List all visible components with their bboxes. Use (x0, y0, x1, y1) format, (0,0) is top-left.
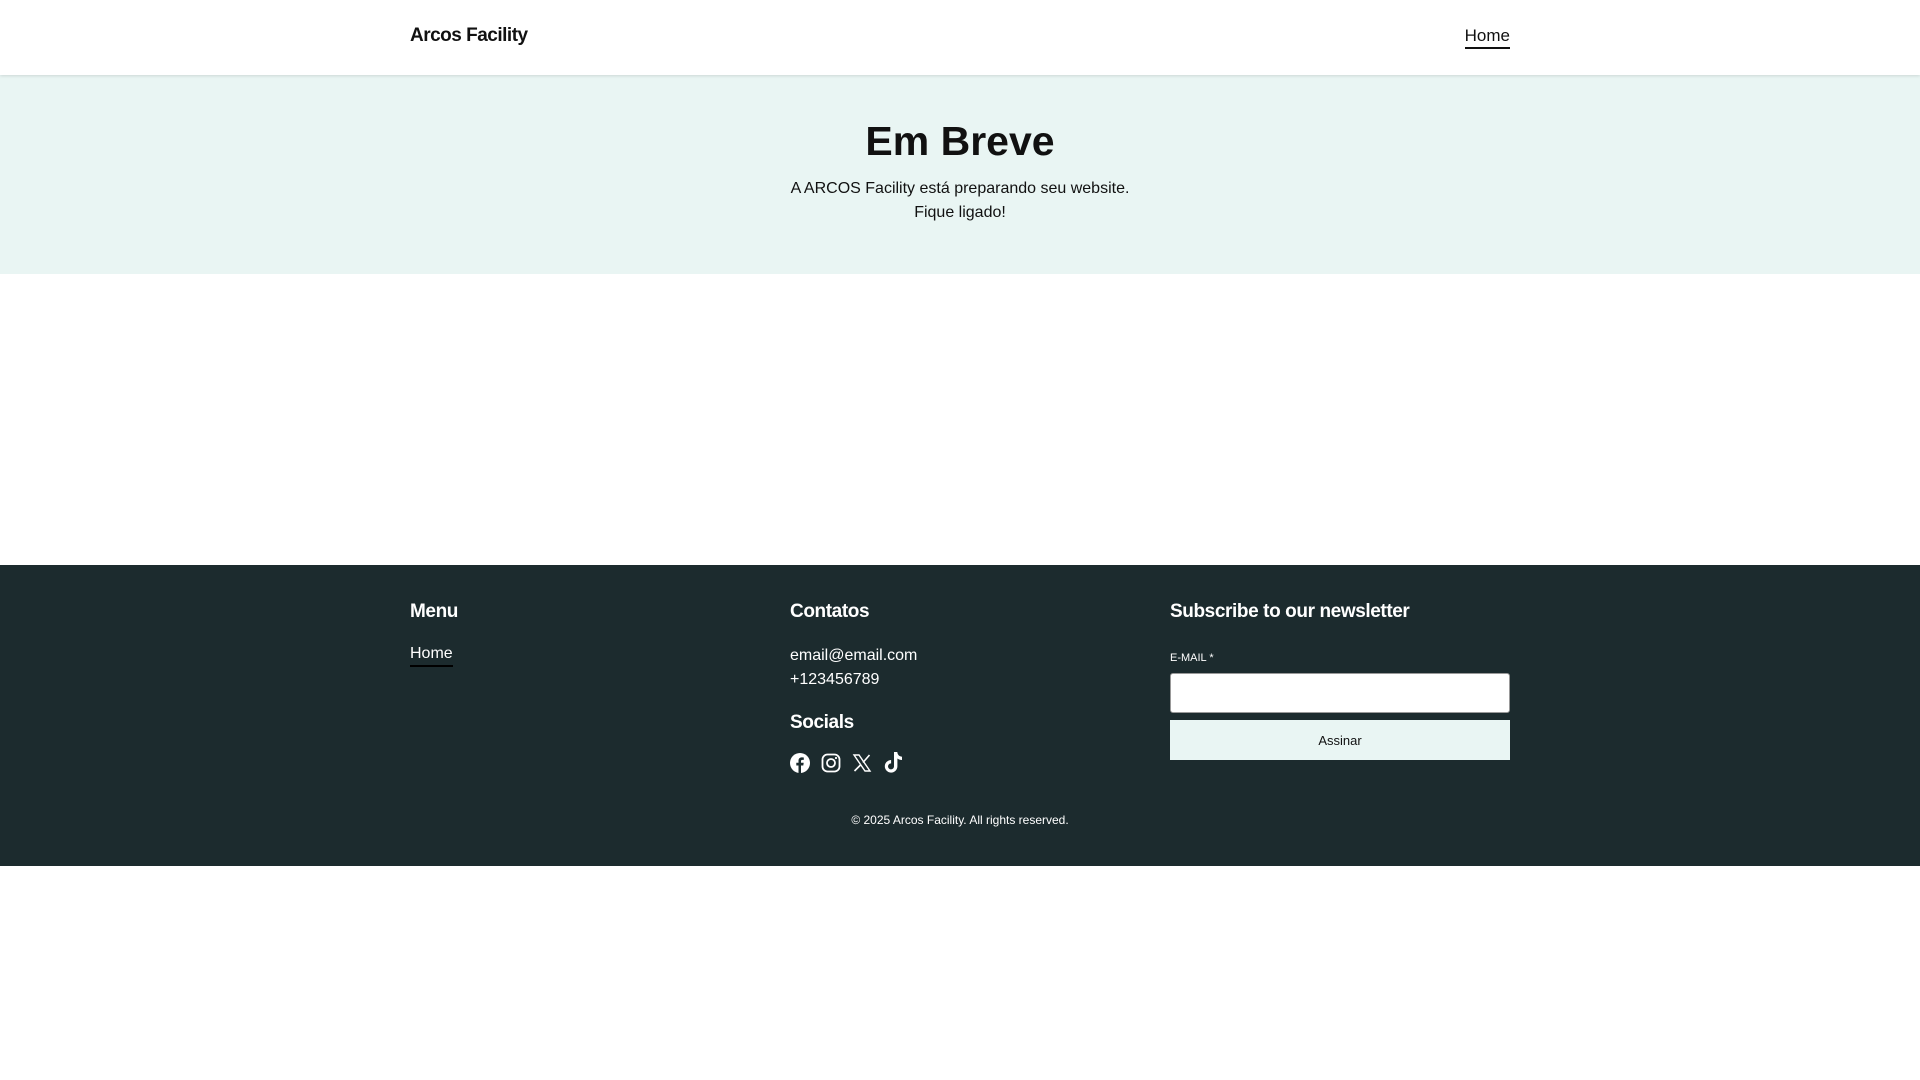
footer-home-link[interactable]: Home (410, 645, 453, 667)
footer-contacts-title: Contatos (790, 601, 870, 622)
footer-socials-title: Socials (790, 712, 854, 733)
footer-newsletter: Subscribe to our newsletter E-MAIL * Ass… (1170, 601, 1510, 760)
hero-text: A ARCOS Facility está preparando seu web… (0, 177, 1920, 225)
contact-phone[interactable]: +123456789 (790, 668, 917, 692)
facebook-icon[interactable] (790, 752, 810, 774)
site-header: Arcos Facility Home (0, 0, 1920, 75)
hero-section: Em Breve A ARCOS Facility está preparand… (0, 75, 1920, 274)
footer-contacts: Contatos email@email.com +123456789 Soci… (790, 601, 917, 774)
social-icons (790, 752, 917, 774)
tiktok-icon[interactable] (883, 752, 903, 774)
copyright: © 2025 Arcos Facility. All rights reserv… (851, 813, 1069, 827)
content-area (0, 274, 1920, 565)
nav-home-link[interactable]: Home (1464, 26, 1510, 49)
x-icon[interactable] (852, 752, 872, 774)
newsletter-title: Subscribe to our newsletter (1170, 601, 1410, 622)
newsletter-email-input[interactable] (1170, 673, 1510, 713)
site-footer: Menu Home Contatos email@email.com +1234… (0, 565, 1920, 866)
contact-email[interactable]: email@email.com (790, 644, 917, 668)
subscribe-button[interactable]: Assinar (1170, 720, 1510, 760)
instagram-icon[interactable] (821, 752, 841, 774)
hero-line-1: A ARCOS Facility está preparando seu web… (790, 180, 1130, 197)
hero-line-2: Fique ligado! (914, 204, 1006, 221)
footer-menu: Menu Home (410, 601, 458, 667)
hero-title: Em Breve (865, 118, 1055, 164)
email-label: E-MAIL * (1170, 652, 1214, 664)
footer-menu-title: Menu (410, 601, 459, 622)
site-logo[interactable]: Arcos Facility (410, 25, 528, 47)
